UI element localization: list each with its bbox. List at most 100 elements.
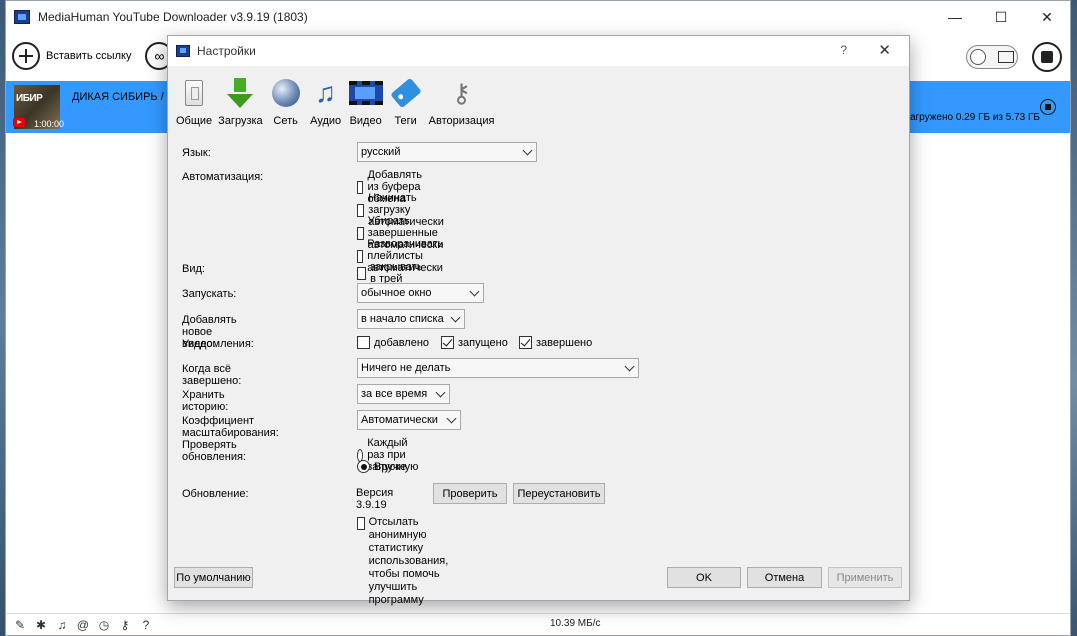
cancel-button[interactable]: Отмена <box>747 567 822 588</box>
launch-value: обычное окно <box>361 287 432 299</box>
language-value: русский <box>361 146 401 158</box>
scale-select[interactable]: Автоматически <box>357 410 461 430</box>
tab-label: Аудио <box>310 115 342 127</box>
defaults-button[interactable]: По умолчанию <box>174 567 253 588</box>
download-stop-button[interactable] <box>1040 99 1056 115</box>
keys-icon: ⚷ <box>452 78 472 108</box>
send-stats-line: использования, чтобы помочь <box>368 555 449 580</box>
launch-label: Запускать: <box>182 288 237 300</box>
launch-select[interactable]: обычное окно <box>357 283 484 303</box>
tab-network[interactable]: Сеть <box>269 76 303 127</box>
help-button[interactable]: ? <box>840 43 847 57</box>
window-controls: — ☐ ✕ <box>932 1 1070 33</box>
notify-started-checkbox[interactable]: запущено <box>441 336 508 349</box>
update-label: Обновление: <box>182 488 249 500</box>
checkbox-label: закрывать в трей <box>370 261 423 285</box>
automation-label: Автоматизация: <box>182 171 264 183</box>
app-logo-icon <box>176 45 190 57</box>
video-duration: 1:00:00 <box>34 119 65 129</box>
stop-all-button[interactable] <box>1032 42 1062 72</box>
desktop-background-right <box>1071 0 1077 636</box>
language-select[interactable]: русский <box>357 142 537 162</box>
apply-button[interactable]: Применить <box>828 567 902 588</box>
download-speed: 10.39 МБ/с <box>550 618 601 629</box>
download-title: ДИКАЯ СИБИРЬ / W <box>72 91 178 103</box>
checkbox-label: завершено <box>536 336 593 349</box>
history-label: Хранить историю: <box>182 389 229 413</box>
switch-icon <box>185 80 204 106</box>
dialog-titlebar: Настройки ? ✕ <box>168 36 909 66</box>
notify-done-checkbox[interactable]: завершено <box>519 336 592 349</box>
ok-button[interactable]: OK <box>667 567 741 588</box>
paste-link-button[interactable]: Вставить ссылку <box>12 42 131 70</box>
tab-label: Теги <box>394 115 417 127</box>
music-note-icon: ♫ <box>315 77 337 108</box>
film-icon <box>998 51 1014 63</box>
check-manual-radio[interactable]: Вручную <box>357 460 418 473</box>
checkbox-label: добавлено <box>374 336 430 349</box>
stop-icon <box>1045 104 1051 110</box>
scale-label: Коэффициент масштабирования: <box>182 415 279 439</box>
toggle-knob-icon <box>970 49 986 65</box>
tab-general[interactable]: Общие <box>176 76 212 127</box>
close-button[interactable]: ✕ <box>1024 1 1070 33</box>
send-stats-line: улучшить программу <box>368 581 424 606</box>
view-label: Вид: <box>182 263 205 275</box>
history-value: за все время <box>361 388 428 400</box>
app-logo-icon <box>14 10 30 24</box>
tab-audio[interactable]: ♫ Аудио <box>309 76 343 128</box>
dialog-title: Настройки <box>197 44 256 58</box>
dialog-close-button[interactable]: ✕ <box>878 41 891 59</box>
language-label: Язык: <box>182 147 211 159</box>
chevron-down-icon <box>435 387 446 398</box>
clock-icon[interactable]: ◷ <box>96 617 112 633</box>
check-update-button[interactable]: Проверить <box>433 483 507 504</box>
maximize-button[interactable]: ☐ <box>978 1 1024 33</box>
tab-video[interactable]: Видео <box>348 76 383 127</box>
add-new-video-select[interactable]: в начало списка <box>357 309 465 329</box>
main-titlebar: MediaHuman YouTube Downloader v3.9.19 (1… <box>6 1 1070 33</box>
notifications-label: Уведомления: <box>182 338 254 350</box>
music-note-icon[interactable]: ♫ <box>54 617 70 633</box>
history-select[interactable]: за все время <box>357 384 450 404</box>
version-text: Версия 3.9.19 <box>356 487 394 511</box>
tab-label: Авторизация <box>428 115 495 127</box>
settings-tabs: Общие Загрузка Сеть ♫ Аудио Видео Теги ⚷… <box>176 76 500 127</box>
reinstall-button[interactable]: Переустановить <box>513 483 605 504</box>
thumbnail-text: ИБИР <box>16 93 43 104</box>
help-icon[interactable]: ? <box>138 617 154 633</box>
status-bar: ✎ ✱ ♫ @ ◷ ⚷ ? 10.39 МБ/с <box>6 613 1070 635</box>
stop-icon <box>1041 51 1053 63</box>
keys-icon[interactable]: ⚷ <box>117 617 133 633</box>
chevron-down-icon <box>446 413 457 424</box>
when-done-select[interactable]: Ничего не делать <box>357 358 639 378</box>
scale-value: Автоматически <box>361 414 438 426</box>
send-stats-checkbox[interactable]: Отсылать анонимную статистику использова… <box>357 516 454 607</box>
video-mode-toggle[interactable] <box>966 45 1018 69</box>
checkbox-label: запущено <box>458 336 508 349</box>
close-to-tray-checkbox[interactable]: закрывать в трей <box>357 261 426 285</box>
paste-link-label: Вставить ссылку <box>46 50 132 62</box>
notify-added-checkbox[interactable]: добавлено <box>357 336 429 349</box>
chevron-down-icon <box>450 312 461 323</box>
radio-label: Вручную <box>374 460 419 473</box>
tab-tags[interactable]: Теги <box>389 76 423 127</box>
film-icon <box>348 81 383 105</box>
when-done-label: Когда всё завершено: <box>182 363 242 387</box>
minimize-button[interactable]: — <box>932 1 978 33</box>
download-progress-text: загружено 0.29 ГБ из 5.73 ГБ <box>905 112 1040 123</box>
brush-icon[interactable]: ✎ <box>12 617 28 633</box>
tab-download[interactable]: Загрузка <box>218 76 263 127</box>
check-updates-label: Проверять обновления: <box>182 439 246 463</box>
tab-label: Общие <box>176 115 213 127</box>
add-new-video-value: в начало списка <box>361 313 444 325</box>
download-arrow-icon <box>234 78 247 92</box>
tab-label: Сеть <box>273 115 298 127</box>
chevron-down-icon <box>522 145 533 156</box>
gear-icon[interactable]: ✱ <box>33 617 49 633</box>
chevron-down-icon <box>469 286 480 297</box>
send-stats-line: Отсылать анонимную статистику <box>368 516 427 554</box>
tab-authorization[interactable]: ⚷ Авторизация <box>429 76 495 127</box>
snail-icon[interactable]: @ <box>75 617 91 633</box>
settings-dialog: Настройки ? ✕ Общие Загрузка Сеть ♫ Ауди… <box>167 35 910 606</box>
